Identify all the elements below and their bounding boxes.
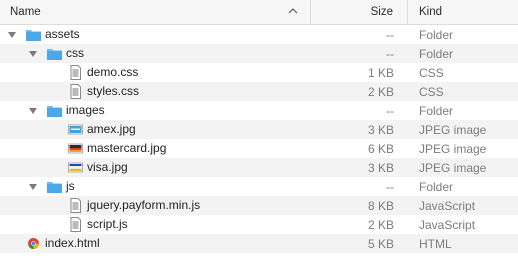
column-header: Name Size Kind	[0, 0, 518, 25]
text-document-icon	[70, 65, 81, 80]
kind-cell: JavaScript	[419, 217, 476, 232]
list-item-css[interactable]: css -- Folder	[0, 44, 518, 63]
list-item-assets[interactable]: assets -- Folder	[0, 25, 518, 44]
file-name: assets	[45, 27, 80, 41]
amex-card-thumbnail-icon	[68, 124, 83, 135]
list-item-visa-jpg[interactable]: visa.jpg 3 KB JPEG image	[0, 158, 518, 177]
kind-cell: CSS	[419, 65, 444, 80]
kind-cell: CSS	[419, 84, 444, 99]
kind-cell: HTML	[419, 236, 452, 251]
size-cell: --	[386, 46, 394, 61]
size-cell: --	[386, 27, 394, 42]
size-cell: 8 KB	[367, 198, 394, 213]
text-document-icon	[70, 84, 81, 99]
name-cell: script.js	[0, 215, 311, 234]
size-cell: 3 KB	[367, 160, 394, 175]
text-document-icon	[70, 198, 81, 213]
kind-cell: JPEG image	[419, 122, 487, 137]
column-header-size-label: Size	[370, 6, 393, 18]
finder-list-view: Name Size Kind assets -- Folder css -- F…	[0, 0, 518, 273]
sort-ascending-icon[interactable]	[288, 6, 298, 16]
kind-cell: JavaScript	[419, 198, 476, 213]
column-header-kind[interactable]: Kind	[408, 0, 518, 24]
name-cell: jquery.payform.min.js	[0, 196, 311, 215]
disclosure-triangle-expanded-icon[interactable]	[7, 30, 17, 40]
folder-icon	[47, 106, 62, 117]
column-header-name-label: Name	[10, 6, 41, 18]
mastercard-thumbnail-icon	[68, 143, 83, 154]
disclosure-triangle-expanded-icon[interactable]	[28, 182, 38, 192]
kind-cell: Folder	[419, 103, 454, 118]
file-list: assets -- Folder css -- Folder demo.css …	[0, 25, 518, 253]
size-cell: 5 KB	[367, 236, 394, 251]
size-cell: --	[386, 103, 394, 118]
name-cell: css	[0, 44, 311, 63]
folder-icon	[47, 49, 62, 60]
file-name: jquery.payform.min.js	[87, 198, 201, 212]
file-name: index.html	[45, 236, 100, 250]
name-cell: mastercard.jpg	[0, 139, 311, 158]
file-name: amex.jpg	[87, 122, 136, 136]
file-name: css	[66, 46, 84, 60]
list-item-script-js[interactable]: script.js 2 KB JavaScript	[0, 215, 518, 234]
list-item-mastercard-jpg[interactable]: mastercard.jpg 6 KB JPEG image	[0, 139, 518, 158]
size-cell: 3 KB	[367, 122, 394, 137]
text-document-icon	[70, 217, 81, 232]
list-item-styles-css[interactable]: styles.css 2 KB CSS	[0, 82, 518, 101]
disclosure-triangle-expanded-icon[interactable]	[28, 49, 38, 59]
name-cell: demo.css	[0, 63, 311, 82]
chrome-html-document-icon	[28, 238, 40, 250]
file-name: js	[66, 179, 75, 193]
name-cell: amex.jpg	[0, 120, 311, 139]
name-cell: styles.css	[0, 82, 311, 101]
size-cell: 1 KB	[367, 65, 394, 80]
kind-cell: JPEG image	[419, 160, 487, 175]
name-cell: visa.jpg	[0, 158, 311, 177]
size-cell: --	[386, 179, 394, 194]
size-cell: 6 KB	[367, 141, 394, 156]
file-name: demo.css	[87, 65, 139, 79]
list-item-js[interactable]: js -- Folder	[0, 177, 518, 196]
list-item-amex-jpg[interactable]: amex.jpg 3 KB JPEG image	[0, 120, 518, 139]
kind-cell: Folder	[419, 179, 454, 194]
file-name: styles.css	[87, 84, 140, 98]
size-cell: 2 KB	[367, 84, 394, 99]
list-item-demo-css[interactable]: demo.css 1 KB CSS	[0, 63, 518, 82]
file-name: visa.jpg	[87, 160, 128, 174]
list-item-jquery-payform-min-js[interactable]: jquery.payform.min.js 8 KB JavaScript	[0, 196, 518, 215]
file-name: mastercard.jpg	[87, 141, 167, 155]
kind-cell: Folder	[419, 27, 454, 42]
file-name: images	[66, 103, 105, 117]
visa-card-thumbnail-icon	[68, 162, 83, 173]
column-header-kind-label: Kind	[419, 6, 443, 18]
folder-icon	[47, 182, 62, 193]
name-cell: images	[0, 101, 311, 120]
name-cell: index.html	[0, 234, 311, 253]
kind-cell: JPEG image	[419, 141, 487, 156]
name-cell: js	[0, 177, 311, 196]
kind-cell: Folder	[419, 46, 454, 61]
size-cell: 2 KB	[367, 217, 394, 232]
disclosure-triangle-expanded-icon[interactable]	[28, 106, 38, 116]
name-cell: assets	[0, 25, 311, 44]
list-item-images[interactable]: images -- Folder	[0, 101, 518, 120]
file-name: script.js	[87, 217, 128, 231]
column-header-name[interactable]: Name	[0, 0, 311, 24]
folder-icon	[26, 30, 41, 41]
list-item-index-html[interactable]: index.html 5 KB HTML	[0, 234, 518, 253]
column-header-size[interactable]: Size	[311, 0, 408, 24]
